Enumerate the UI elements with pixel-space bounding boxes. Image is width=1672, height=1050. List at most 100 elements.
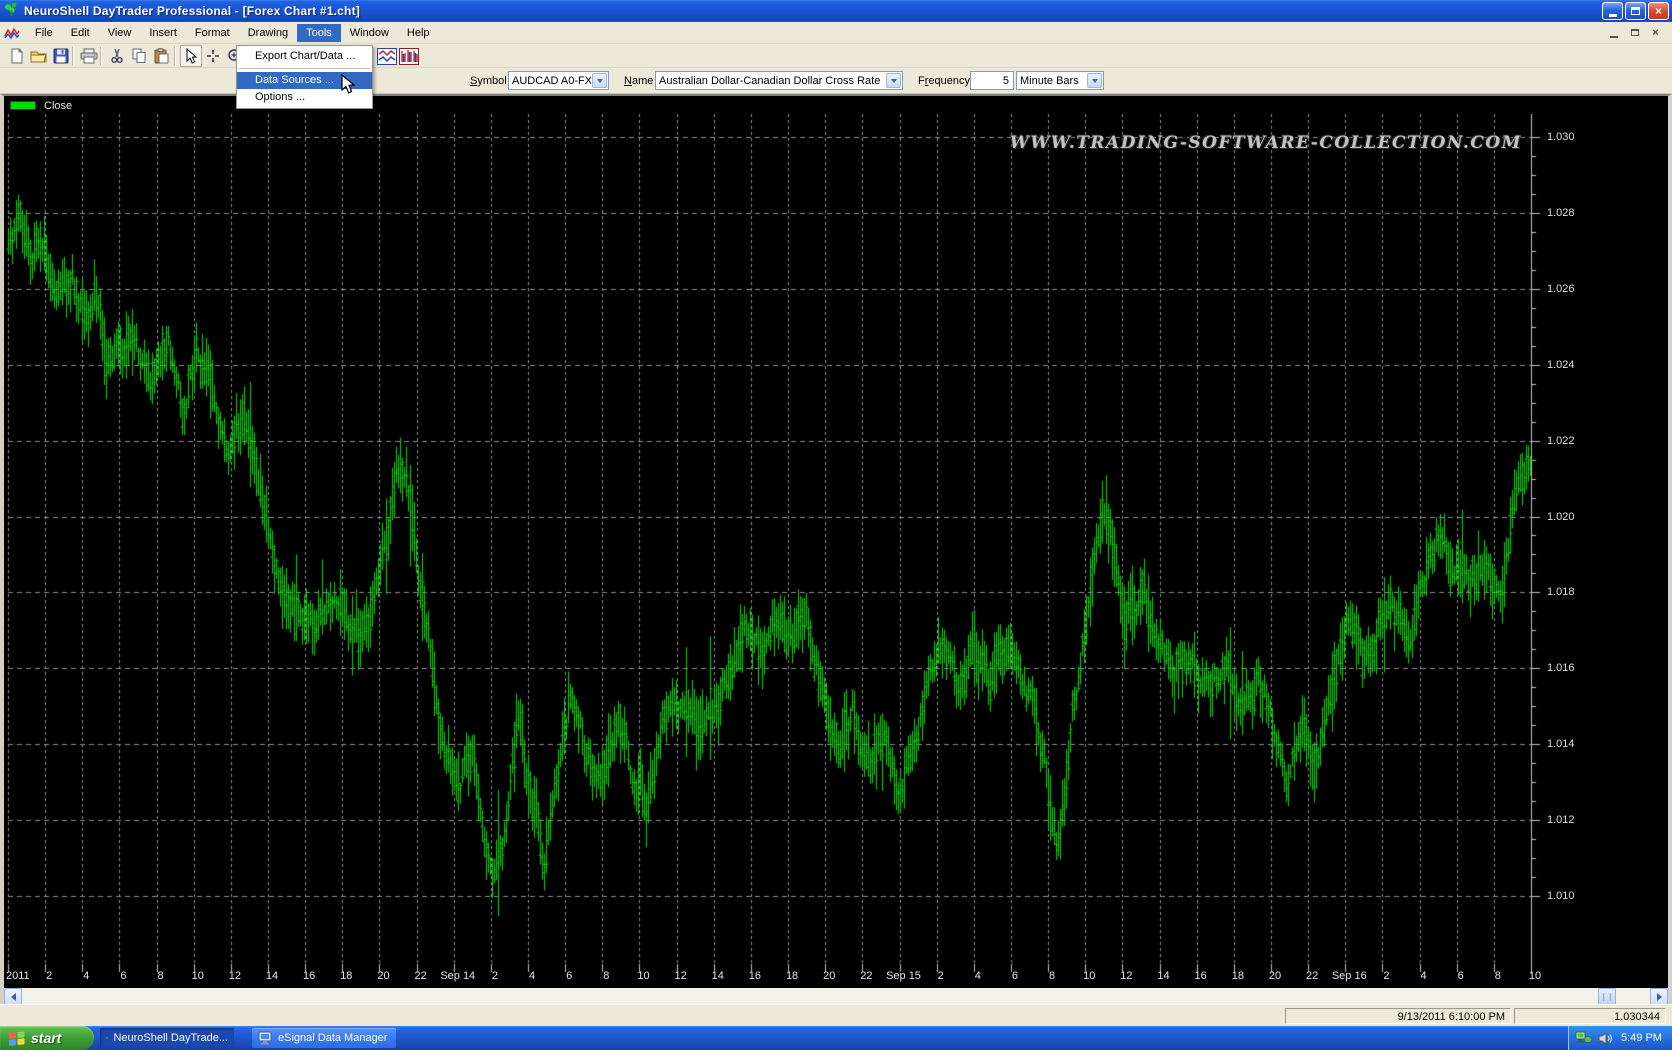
print-icon <box>80 48 98 64</box>
crosshair-icon <box>205 48 221 64</box>
x-tick-label: 14 <box>712 970 724 982</box>
x-tick-label: 12 <box>1120 970 1132 982</box>
x-tick-label: 10 <box>637 970 649 982</box>
x-tick-label: 8 <box>1049 970 1055 982</box>
menu-window[interactable]: Window <box>341 24 398 42</box>
symbol-label: Symbol <box>470 75 507 87</box>
x-tick-label: 8 <box>603 970 609 982</box>
menu-view[interactable]: View <box>99 24 141 42</box>
x-tick-label: 20 <box>377 970 389 982</box>
menu-edit[interactable]: Edit <box>62 24 99 42</box>
y-tick-label: 1.026 <box>1547 283 1591 295</box>
chart-document-icon <box>4 26 20 40</box>
new-document-button[interactable] <box>6 45 28 67</box>
x-tick-label: 10 <box>1529 970 1541 982</box>
crosshair-button[interactable] <box>202 45 224 67</box>
price-chart-canvas[interactable] <box>0 114 1672 988</box>
start-button[interactable]: start <box>0 1026 94 1050</box>
network-icon[interactable] <box>1575 1031 1592 1046</box>
menu-insert[interactable]: Insert <box>140 24 186 42</box>
x-tick-label: 8 <box>158 970 164 982</box>
title-bar: NeuroShell DayTrader Professional - [For… <box>0 0 1672 22</box>
toolbar-separator <box>72 47 74 65</box>
bar-type-value: Minute Bars <box>1020 75 1086 87</box>
y-tick-label: 1.012 <box>1547 814 1591 826</box>
taskbar: start NeuroShell DayTrade... eSignal Dat… <box>0 1026 1672 1050</box>
minimize-button[interactable] <box>1602 2 1623 20</box>
line-chart-icon <box>377 48 397 65</box>
neuroshell-task-icon <box>106 1031 108 1045</box>
x-tick-label: 4 <box>83 970 89 982</box>
app-icon <box>4 2 19 20</box>
menu-bar: FileEditViewInsertFormatDrawingToolsWind… <box>0 22 1672 44</box>
menu-format[interactable]: Format <box>186 24 239 42</box>
x-tick-label: Sep 15 <box>886 970 921 982</box>
open-folder-button[interactable] <box>28 45 50 67</box>
volume-icon[interactable] <box>1598 1031 1613 1046</box>
x-tick-label: 18 <box>1232 970 1244 982</box>
task-label: NeuroShell DayTrade... <box>113 1032 228 1044</box>
task-button-neuroshell[interactable]: NeuroShell DayTrade... <box>100 1028 234 1048</box>
restore-button[interactable] <box>1625 2 1646 20</box>
x-tick-label: 20 <box>1269 970 1281 982</box>
bar-type-combobox[interactable]: Minute Bars <box>1016 71 1104 90</box>
y-tick-label: 1.014 <box>1547 738 1591 750</box>
watermark-text: WWW.TRADING-SOFTWARE-COLLECTION.COM <box>1010 133 1522 153</box>
cut-button[interactable] <box>106 45 128 67</box>
x-tick-label: 16 <box>303 970 315 982</box>
menu-drawing[interactable]: Drawing <box>239 24 297 42</box>
mdi-close-button[interactable]: × <box>1647 25 1664 40</box>
x-tick-label: 16 <box>749 970 761 982</box>
screen: NeuroShell DayTrader Professional - [For… <box>0 0 1672 1050</box>
bar-chart-button[interactable] <box>398 45 420 67</box>
system-tray: 5:49 PM <box>1568 1026 1672 1050</box>
cut-icon <box>110 48 124 64</box>
y-tick-label: 1.016 <box>1547 662 1591 674</box>
y-tick-label: 1.018 <box>1547 586 1591 598</box>
menu-help[interactable]: Help <box>398 24 439 42</box>
chart-legend: Close <box>10 99 72 112</box>
name-combobox[interactable]: Australian Dollar-Canadian Dollar Cross … <box>655 71 903 90</box>
menu-file[interactable]: File <box>26 24 62 42</box>
menu-separator <box>239 68 370 69</box>
x-tick-label: Sep 14 <box>440 970 475 982</box>
y-tick-label: 1.020 <box>1547 511 1591 523</box>
frequency-label: Frequency <box>918 75 970 87</box>
mouse-cursor <box>341 74 356 96</box>
save-button[interactable] <box>50 45 72 67</box>
x-tick-label: 2 <box>492 970 498 982</box>
print-button[interactable] <box>78 45 100 67</box>
menuitem-export-chart-data[interactable]: Export Chart/Data ... <box>237 48 372 65</box>
windows-logo-icon <box>8 1029 26 1047</box>
paste-button[interactable] <box>150 45 172 67</box>
line-chart-button[interactable] <box>376 45 398 67</box>
legend-close-swatch <box>10 101 36 110</box>
paste-icon <box>154 48 169 64</box>
status-bar: 9/13/2011 6:10:00 PM 1.030344 <box>0 1004 1672 1026</box>
mdi-restore-button[interactable] <box>1626 25 1643 40</box>
legend-close-label: Close <box>44 100 72 112</box>
symbol-combobox[interactable]: AUDCAD A0-FX <box>508 71 609 90</box>
mdi-minimize-button[interactable] <box>1605 25 1622 40</box>
x-tick-label: 6 <box>120 970 126 982</box>
toolbar-separator <box>100 47 102 65</box>
x-tick-label: 6 <box>566 970 572 982</box>
mdi-restore-icon <box>1631 29 1639 36</box>
pointer-button[interactable] <box>180 45 202 67</box>
y-tick-label: 1.022 <box>1547 435 1591 447</box>
clock: 5:49 PM <box>1621 1032 1662 1044</box>
chart-window: Close WWW.TRADING-SOFTWARE-COLLECTION.CO… <box>0 94 1672 1004</box>
x-tick-label: 4 <box>1420 970 1426 982</box>
close-button[interactable]: × <box>1648 2 1669 20</box>
frequency-input[interactable] <box>970 71 1014 90</box>
task-button-esignal[interactable]: eSignal Data Manager <box>252 1028 396 1048</box>
menu-tools[interactable]: Tools <box>297 24 341 42</box>
x-tick-label: 16 <box>1195 970 1207 982</box>
copy-button[interactable] <box>128 45 150 67</box>
start-label: start <box>31 1030 61 1046</box>
x-tick-label: 20 <box>823 970 835 982</box>
y-tick-label: 1.028 <box>1547 207 1591 219</box>
symbol-dropdown-icon[interactable] <box>592 73 607 88</box>
name-dropdown-icon[interactable] <box>886 73 901 88</box>
bar-type-dropdown-icon[interactable] <box>1087 73 1102 88</box>
